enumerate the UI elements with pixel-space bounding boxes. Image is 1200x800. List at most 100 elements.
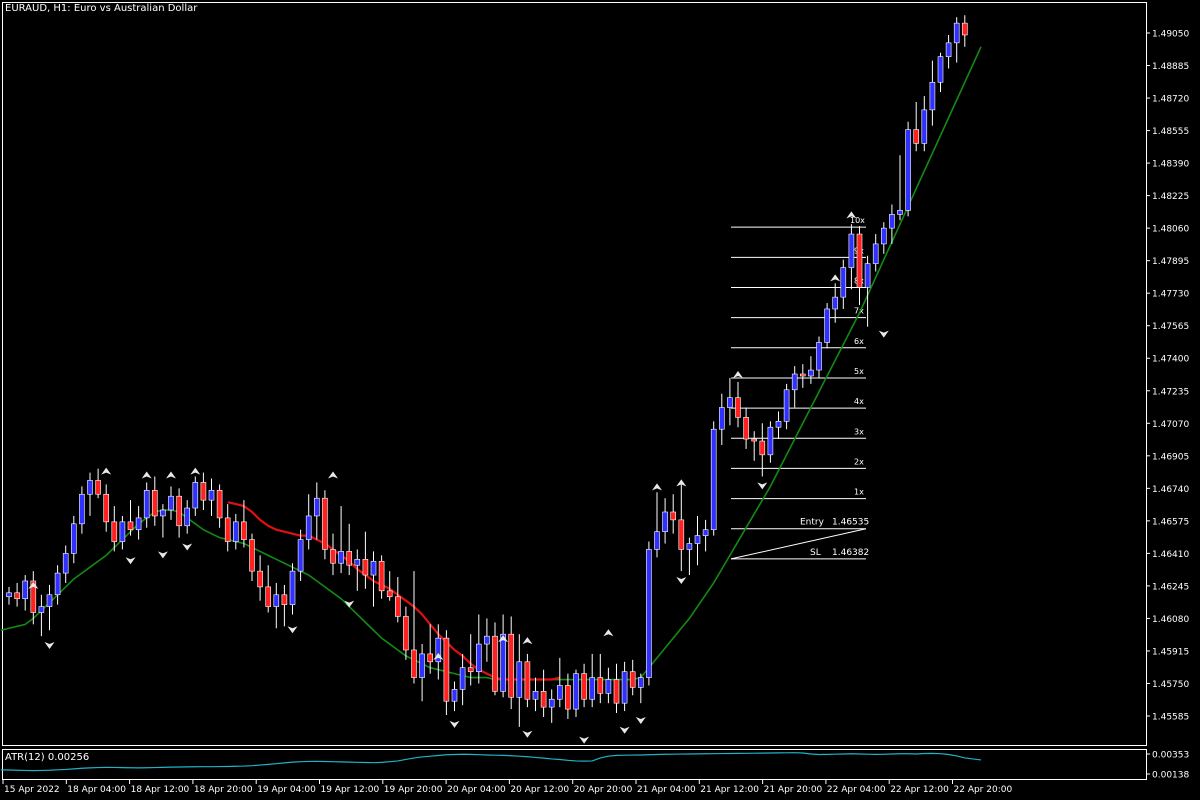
time-label: 19 Apr 04:00 — [257, 785, 316, 795]
candle-bull — [832, 296, 839, 310]
candle-bull — [727, 397, 733, 408]
candle-bear — [386, 590, 393, 598]
candle-bear — [597, 677, 604, 694]
candle-bull — [143, 490, 150, 519]
price-label: 1.47400 — [1152, 355, 1189, 365]
candle-bear — [249, 539, 255, 572]
candle-bear — [508, 633, 515, 698]
candle-bull — [46, 594, 53, 607]
price-label: 1.47730 — [1152, 290, 1189, 300]
candle-bull — [233, 521, 239, 542]
candle-bull — [945, 42, 952, 57]
time-label: 19 Apr 20:00 — [384, 785, 443, 795]
time-label: 21 Apr 04:00 — [637, 785, 696, 795]
atr-title: ATR(12) 0.00256 — [5, 752, 90, 763]
candle-bear — [913, 129, 920, 144]
price-label: 1.47565 — [1152, 322, 1189, 332]
candle-bull — [273, 594, 280, 607]
candle-bull — [710, 428, 717, 531]
candle-bull — [824, 308, 830, 343]
candle-bull — [192, 482, 199, 509]
candle-bull — [556, 685, 563, 700]
price-label: 1.47070 — [1152, 420, 1189, 430]
candle-bear — [103, 493, 109, 523]
candle-bear — [322, 497, 328, 550]
candle-bear — [378, 560, 385, 592]
candle-bear — [330, 549, 336, 564]
candle-bear — [751, 438, 758, 442]
candle-bear — [411, 649, 417, 678]
candle-bull — [184, 507, 190, 527]
price-label: 1.48060 — [1152, 225, 1189, 235]
time-label: 22 Apr 12:00 — [890, 785, 949, 795]
candle-bear — [492, 635, 498, 692]
candle-bull — [354, 558, 361, 566]
candle-bear — [265, 586, 272, 607]
price-chart[interactable]: Entry1.46535SL1.463821x2x3x4x5x6x7x8x9x1… — [0, 0, 1200, 800]
candle-bear — [540, 691, 547, 708]
chart-symbol-title: EURAUD, H1: Euro vs Australian Dollar — [5, 3, 198, 14]
candle-bear — [14, 592, 20, 600]
candle-bull — [905, 129, 911, 211]
candle-bull — [516, 661, 523, 698]
candle-bull — [119, 521, 126, 542]
candle-bear — [176, 495, 182, 527]
candle-bull — [775, 421, 782, 428]
candle-bull — [451, 689, 458, 702]
candle-bull — [662, 511, 668, 532]
candle-bear — [281, 594, 288, 605]
time-label: 18 Apr 12:00 — [131, 785, 190, 795]
candle-bull — [848, 233, 855, 268]
candle-bear — [581, 673, 587, 700]
candle-bear — [224, 517, 231, 542]
candle-bull — [71, 523, 77, 554]
candle-bull — [929, 81, 936, 111]
candle-bear — [200, 482, 207, 501]
candle-bull — [419, 653, 425, 678]
candle-bear — [613, 679, 620, 704]
time-label: 19 Apr 12:00 — [321, 785, 380, 795]
candle-bear — [678, 519, 685, 550]
candle-bear — [346, 551, 353, 566]
candle-bull — [889, 214, 895, 229]
candle-bull — [6, 592, 12, 598]
candle-bull — [160, 509, 166, 517]
price-label: 1.47235 — [1152, 387, 1189, 397]
candle-bull — [370, 560, 377, 576]
candle-bull — [808, 369, 814, 377]
candle-bull — [135, 517, 142, 531]
candle-bull — [646, 549, 652, 678]
time-label: 18 Apr 20:00 — [194, 785, 253, 795]
candle-bull — [621, 671, 628, 704]
candle-bear — [759, 440, 766, 456]
candle-bear — [257, 570, 263, 588]
candle-bull — [459, 667, 466, 690]
candle-bull — [654, 531, 660, 550]
price-label: 1.46575 — [1152, 517, 1189, 527]
target-label-4x: 4x — [854, 397, 864, 406]
candle-bull — [305, 515, 312, 540]
price-label: 1.46740 — [1152, 485, 1189, 495]
price-label: 1.45750 — [1152, 680, 1189, 690]
candle-bear — [443, 637, 450, 702]
price-label: 1.47895 — [1152, 257, 1189, 267]
time-label: 22 Apr 20:00 — [954, 785, 1013, 795]
time-label: 20 Apr 20:00 — [574, 785, 633, 795]
candle-bear — [524, 661, 531, 700]
time-label: 18 Apr 04:00 — [67, 785, 126, 795]
candle-bull — [872, 243, 879, 264]
candle-bear — [670, 511, 677, 521]
sl-value: 1.46382 — [832, 548, 869, 558]
time-label: 21 Apr 12:00 — [700, 785, 759, 795]
candle-bear — [152, 490, 158, 517]
candle-bull — [208, 490, 215, 501]
candle-bear — [743, 417, 749, 440]
candle-bull — [702, 529, 709, 536]
candle-bull — [54, 572, 61, 596]
candle-bear — [394, 596, 401, 617]
candle-bear — [565, 685, 571, 710]
candle-bull — [87, 480, 93, 495]
sl-label: SL — [810, 548, 821, 558]
candle-bull — [22, 580, 29, 600]
atr-axis-label: 0.00138 — [1152, 771, 1189, 781]
